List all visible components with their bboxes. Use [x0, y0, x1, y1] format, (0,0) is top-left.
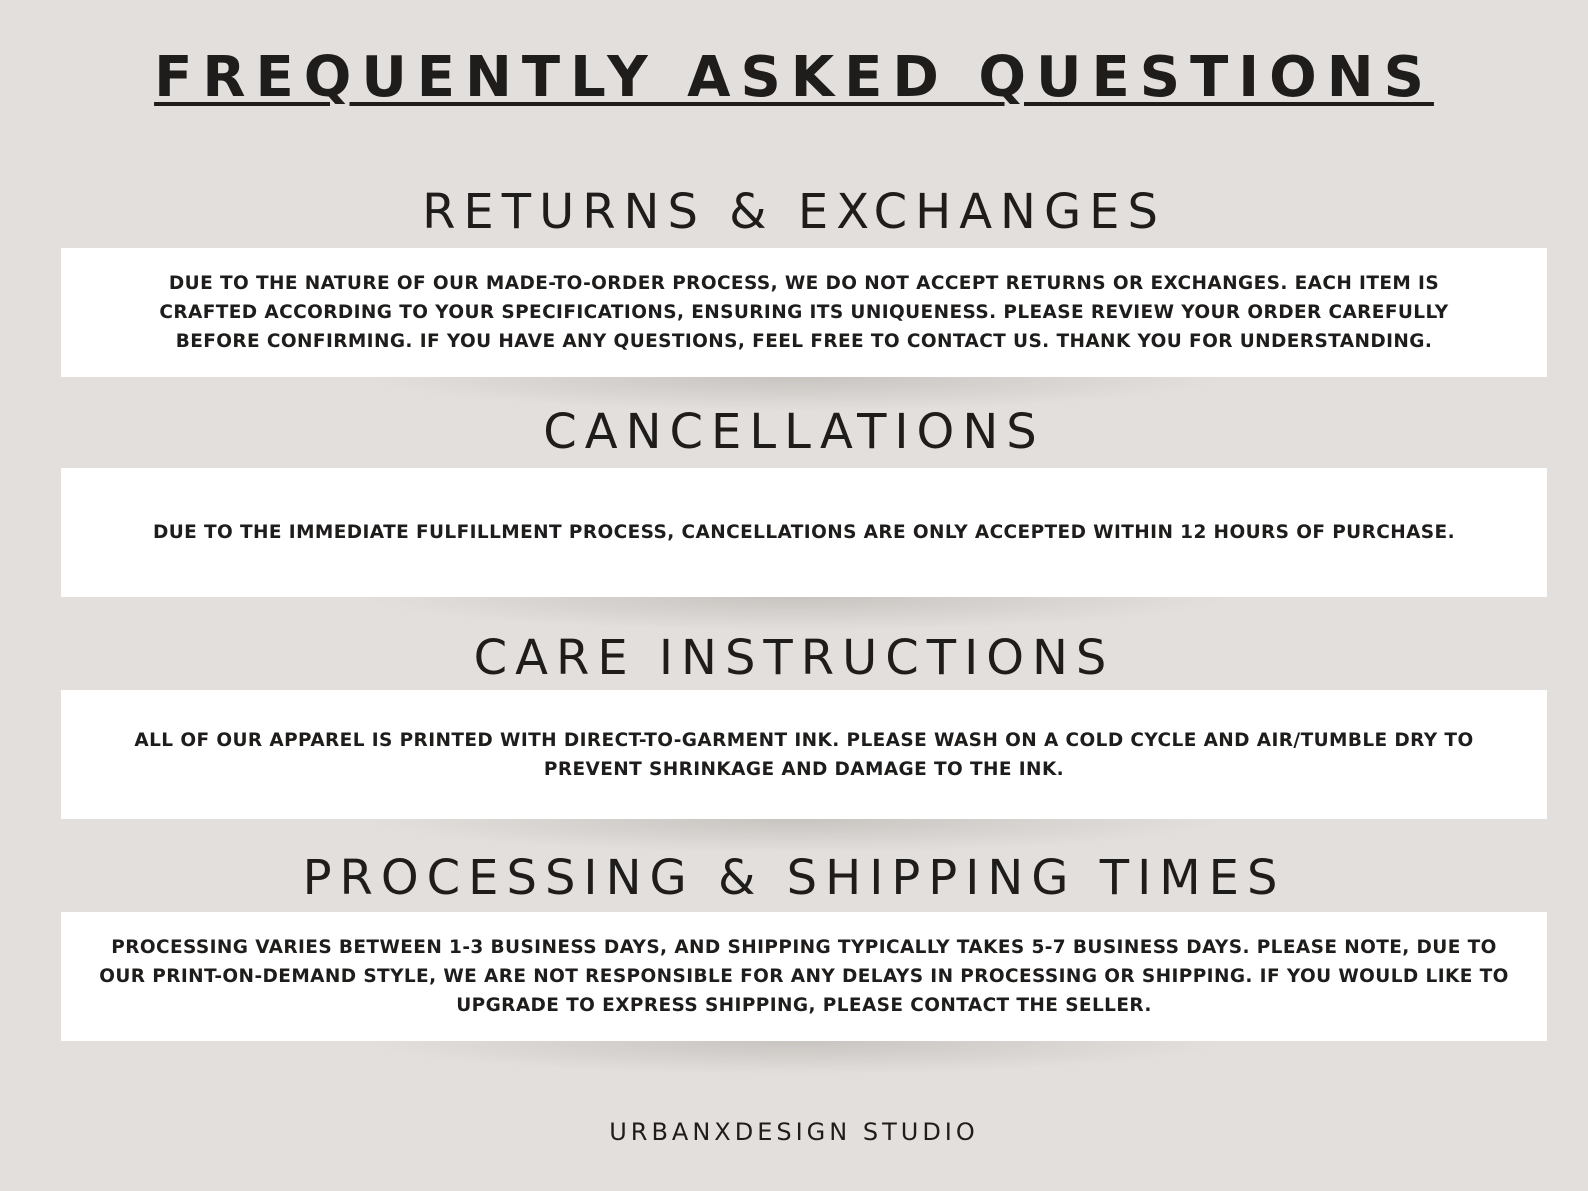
section-heading-cancellations: CANCELLATIONS [543, 404, 1045, 460]
footer-brand: URBANXDESIGN STUDIO [609, 1118, 979, 1146]
answer-box-shipping: PROCESSING VARIES BETWEEN 1-3 BUSINESS D… [61, 912, 1547, 1041]
section-heading-returns: RETURNS & EXCHANGES [422, 184, 1166, 240]
panel-shadow [360, 819, 1230, 853]
section-heading-care: CARE INSTRUCTIONS [473, 630, 1115, 686]
page-title: FREQUENTLY ASKED QUESTIONS [0, 44, 1588, 111]
answer-text-shipping: PROCESSING VARIES BETWEEN 1-3 BUSINESS D… [99, 937, 1509, 1016]
answer-box-care: ALL OF OUR APPAREL IS PRINTED WITH DIREC… [61, 690, 1547, 819]
answer-text-care: ALL OF OUR APPAREL IS PRINTED WITH DIREC… [134, 729, 1474, 780]
panel-shadow [360, 1041, 1230, 1075]
answer-box-cancellations: DUE TO THE IMMEDIATE FULFILLMENT PROCESS… [61, 468, 1547, 597]
answer-box-returns: DUE TO THE NATURE OF OUR MADE-TO-ORDER P… [61, 248, 1547, 377]
panel-shadow [360, 597, 1230, 631]
page-title-text: FREQUENTLY ASKED QUESTIONS [154, 45, 1434, 110]
answer-text-cancellations: DUE TO THE IMMEDIATE FULFILLMENT PROCESS… [152, 522, 1455, 543]
section-heading-shipping: PROCESSING & SHIPPING TIMES [302, 850, 1286, 906]
answer-text-returns: DUE TO THE NATURE OF OUR MADE-TO-ORDER P… [159, 273, 1449, 352]
